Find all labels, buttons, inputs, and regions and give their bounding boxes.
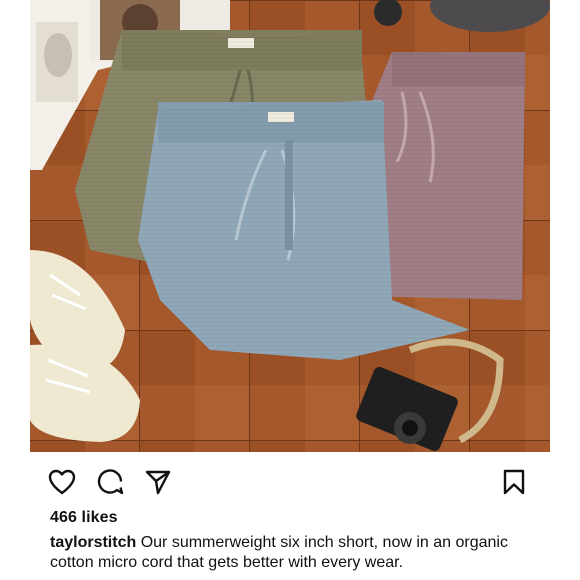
- heart-icon[interactable]: [46, 466, 78, 498]
- likes-count[interactable]: 466 likes: [50, 509, 118, 527]
- photo-illustration: [30, 0, 550, 452]
- speech-bubble-icon[interactable]: [94, 466, 126, 498]
- action-bar: [30, 462, 550, 502]
- post-photo[interactable]: [30, 0, 550, 452]
- instagram-post: 466 likes taylorstitch Our summerweight s…: [0, 0, 580, 580]
- caption-username[interactable]: taylorstitch: [50, 534, 141, 551]
- paper-plane-icon[interactable]: [142, 466, 174, 498]
- post-caption: taylorstitch Our summerweight six inch sh…: [50, 533, 540, 573]
- bookmark-icon[interactable]: [498, 466, 530, 498]
